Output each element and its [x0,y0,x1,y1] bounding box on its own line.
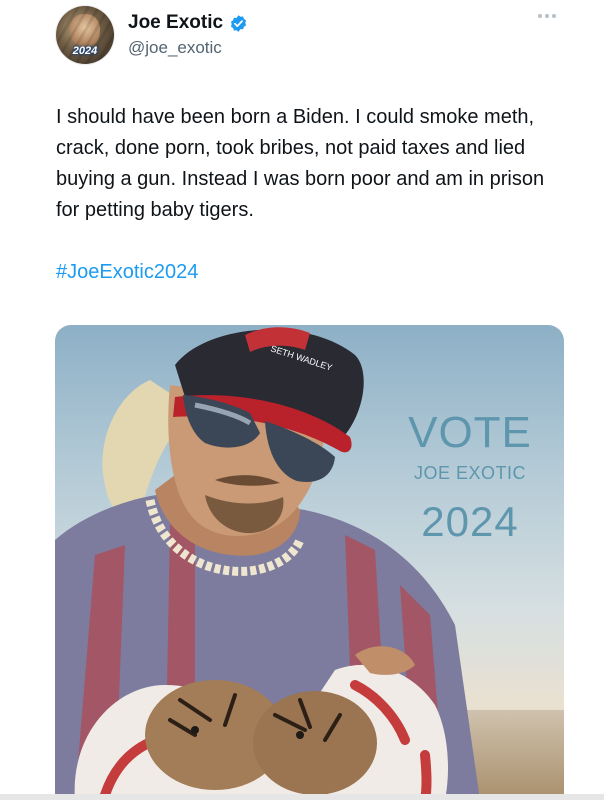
vote-overlay: VOTE JOE EXOTIC 2024 [395,409,545,546]
photo-tiger-cub-eye [296,731,304,739]
tweet-media-image[interactable]: SETH WADLEY VOTE JOE EXOTIC 2024 [55,325,564,800]
photo-illustration: SETH WADLEY [55,327,480,800]
tweet-text: I should have been born a Biden. I could… [56,106,545,221]
vote-title: VOTE [408,408,532,457]
photo-tiger-cub-right [253,691,377,795]
more-dot [552,14,556,18]
vote-candidate-name: JOE EXOTIC [413,463,526,483]
avatar-badge-text: 2024 [72,45,98,57]
bottom-divider [0,794,604,800]
vote-year: 2024 [421,498,519,545]
tweet-card: 2024 Joe Exotic @joe_exotic I should hav… [0,0,604,800]
more-dot [545,14,549,18]
author-name-row: Joe Exotic [128,12,248,34]
display-name[interactable]: Joe Exotic [128,12,223,34]
photo-tiger-cub-eye [191,726,199,734]
author-handle[interactable]: @joe_exotic [128,38,222,58]
hashtag-link[interactable]: #JoeExotic2024 [56,261,198,284]
more-options-icon[interactable] [538,14,556,18]
verified-badge-icon [231,14,247,32]
more-dot [538,14,542,18]
avatar[interactable]: 2024 [56,6,114,64]
